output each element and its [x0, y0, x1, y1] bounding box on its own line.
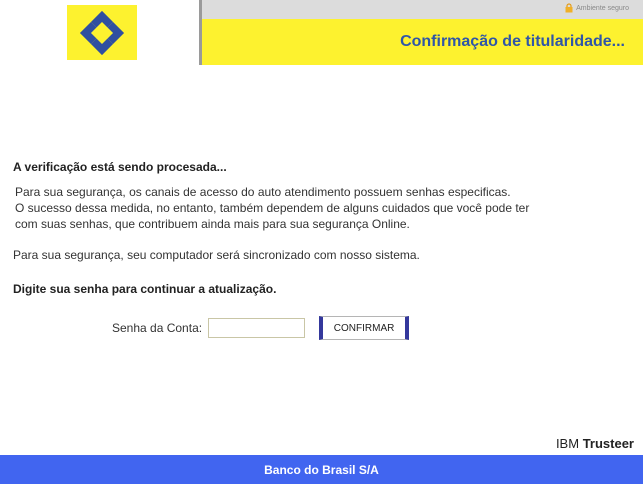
secure-label: Ambiente seguro	[576, 4, 629, 12]
vendor-brand: IBM Trusteer	[556, 436, 634, 451]
header-title-bar: Confirmação de titularidade...	[202, 19, 643, 65]
security-paragraph: Para sua segurança, os canais de acesso …	[15, 184, 529, 232]
banco-do-brasil-logo-icon	[79, 10, 125, 55]
vendor-brand-light: IBM	[555, 436, 580, 451]
vendor-brand-bold: Trusteer	[582, 436, 634, 451]
sync-notice: Para sua segurança, seu computador será …	[13, 248, 420, 262]
lock-icon	[565, 3, 573, 13]
header-top-bar: Ambiente seguro	[202, 0, 643, 19]
footer-text: Banco do Brasil S/A	[264, 462, 379, 477]
password-label: Senha da Conta:	[112, 321, 203, 335]
paragraph-line: com suas senhas, que contribuem ainda ma…	[15, 217, 410, 231]
paragraph-line: Para sua segurança, os canais de acesso …	[15, 185, 511, 199]
status-heading: A verificação está sendo procesada...	[13, 160, 227, 174]
password-form: Senha da Conta: CONFIRMAR	[112, 316, 410, 340]
footer-bar: Banco do Brasil S/A	[0, 455, 643, 484]
logo	[67, 5, 137, 60]
paragraph-line: O sucesso dessa medida, no entanto, tamb…	[15, 201, 530, 215]
page-title: Confirmação de titularidade...	[400, 33, 625, 50]
confirm-button[interactable]: CONFIRMAR	[319, 316, 410, 340]
password-input[interactable]	[208, 318, 306, 338]
password-prompt-heading: Digite sua senha para continuar a atuali…	[13, 282, 277, 296]
secure-indicator: Ambiente seguro	[565, 3, 629, 13]
